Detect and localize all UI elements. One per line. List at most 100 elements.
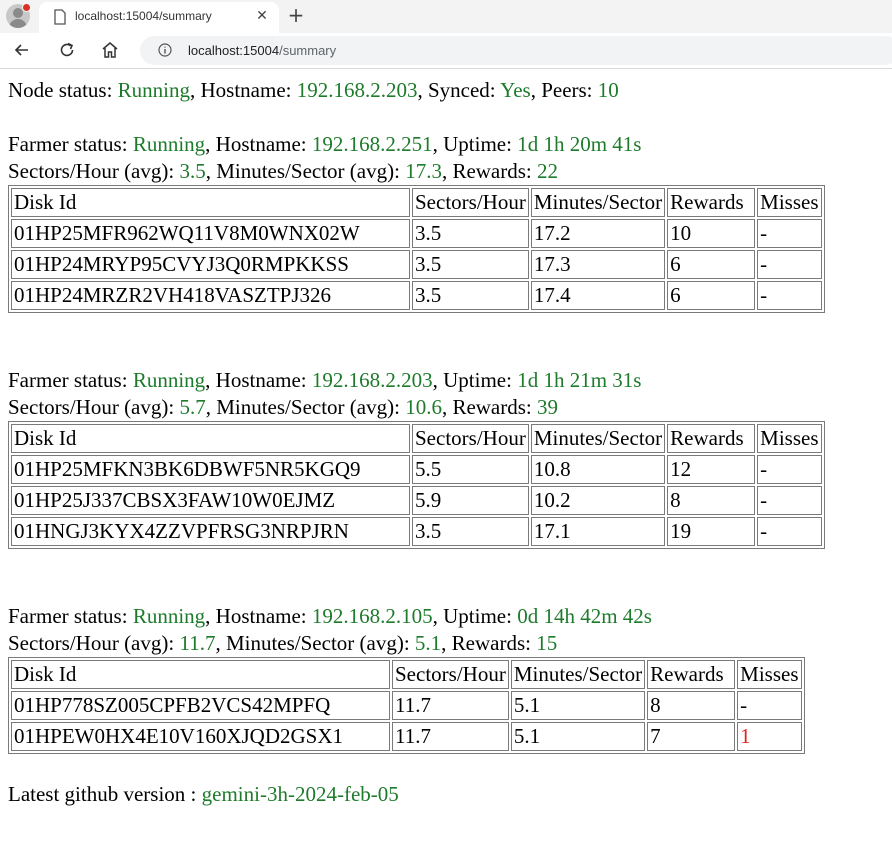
- farmer-hostname-label: , Hostname:: [205, 368, 312, 392]
- header-minutes-sector: Minutes/Sector: [530, 188, 666, 217]
- cell-disk-id: 01HP778SZ005CPFB2VCS42MPFQ: [11, 691, 390, 720]
- node-status-value: Running: [117, 78, 190, 102]
- cell-misses: -: [737, 691, 802, 720]
- cell-rewards: 7: [647, 722, 736, 751]
- site-info-icon[interactable]: [158, 43, 172, 57]
- cell-misses: -: [757, 486, 822, 515]
- reload-icon[interactable]: [57, 40, 77, 60]
- header-sectors-hour: Sectors/Hour: [392, 660, 509, 689]
- header-disk-id: Disk Id: [11, 424, 410, 453]
- farmer-uptime-label: , Uptime:: [432, 368, 518, 392]
- farmer-uptime-label: , Uptime:: [432, 604, 518, 628]
- table-row: 01HP25MFR962WQ11V8M0WNX02W 3.5 17.2 10 -: [11, 219, 822, 248]
- cell-misses: -: [757, 455, 822, 484]
- disk-table: Disk Id Sectors/Hour Minutes/Sector Rewa…: [8, 657, 805, 754]
- disk-table: Disk Id Sectors/Hour Minutes/Sector Rewa…: [8, 421, 825, 549]
- table-row: 01HNGJ3KYX4ZZVPFRSG3NRPJRN 3.5 17.1 19 -: [11, 517, 822, 546]
- header-rewards: Rewards: [667, 424, 756, 453]
- node-peers-value: 10: [597, 78, 619, 102]
- cell-sectors-hour: 3.5: [412, 281, 529, 310]
- rewards-value: 22: [537, 159, 559, 183]
- header-disk-id: Disk Id: [11, 188, 410, 217]
- farmer-avg-line: Sectors/Hour (avg): 11.7, Minutes/Sector…: [8, 630, 888, 657]
- cell-disk-id: 01HPEW0HX4E10V160XJQD2GSX1: [11, 722, 390, 751]
- cell-sectors-hour: 5.5: [412, 455, 529, 484]
- farmer-status-label: Farmer status:: [8, 604, 133, 628]
- address-bar[interactable]: localhost:15004/summary: [140, 36, 892, 65]
- tab-strip: localhost:15004/summary ✕ +: [0, 0, 892, 33]
- version-label: Latest github version :: [8, 782, 202, 806]
- cell-rewards: 8: [667, 486, 756, 515]
- farmer-status-line: Farmer status: Running, Hostname: 192.16…: [8, 367, 888, 394]
- tab-close-icon[interactable]: ✕: [254, 8, 270, 24]
- table-row: 01HP778SZ005CPFB2VCS42MPFQ 11.7 5.1 8 -: [11, 691, 802, 720]
- rewards-value: 39: [537, 395, 559, 419]
- cell-misses: -: [757, 517, 822, 546]
- farmer-status-value: Running: [132, 368, 206, 392]
- cell-misses: -: [757, 281, 822, 310]
- header-misses: Misses: [757, 188, 822, 217]
- back-icon[interactable]: [12, 40, 32, 60]
- cell-minutes-sector: 5.1: [510, 722, 646, 751]
- farmer-hostname-value: 192.168.2.203: [311, 368, 433, 392]
- table-header-row: Disk Id Sectors/Hour Minutes/Sector Rewa…: [11, 660, 802, 689]
- header-sectors-hour: Sectors/Hour: [412, 424, 529, 453]
- table-row: 01HP25MFKN3BK6DBWF5NR5KGQ9 5.5 10.8 12 -: [11, 455, 822, 484]
- table-row: 01HPEW0HX4E10V160XJQD2GSX1 11.7 5.1 7 1: [11, 722, 802, 751]
- cell-sectors-hour: 3.5: [412, 250, 529, 279]
- notification-dot-icon: [22, 3, 31, 12]
- node-status-line: Node status: Running, Hostname: 192.168.…: [8, 77, 888, 104]
- new-tab-icon[interactable]: +: [285, 4, 307, 26]
- farmer-uptime-value: 1d 1h 20m 41s: [517, 132, 642, 156]
- sph-avg-label: Sectors/Hour (avg):: [8, 159, 180, 183]
- table-row: 01HP24MRYP95CVYJ3Q0RMPKKSS 3.5 17.3 6 -: [11, 250, 822, 279]
- farmer-status-line: Farmer status: Running, Hostname: 192.16…: [8, 603, 888, 630]
- rewards-label: , Rewards:: [441, 631, 537, 655]
- page-icon: [54, 9, 66, 25]
- disk-table: Disk Id Sectors/Hour Minutes/Sector Rewa…: [8, 185, 825, 313]
- cell-disk-id: 01HP24MRZR2VH418VASZTPJ326: [11, 281, 410, 310]
- header-rewards: Rewards: [647, 660, 736, 689]
- cell-minutes-sector: 17.3: [530, 250, 666, 279]
- farmer-avg-line: Sectors/Hour (avg): 3.5, Minutes/Sector …: [8, 158, 888, 185]
- header-misses: Misses: [737, 660, 802, 689]
- browser-tab[interactable]: localhost:15004/summary ✕: [39, 2, 279, 33]
- header-misses: Misses: [757, 424, 822, 453]
- cell-rewards: 6: [667, 281, 756, 310]
- node-peers-label: , Peers:: [530, 78, 598, 102]
- browser-chrome: localhost:15004/summary ✕ + localhost:15…: [0, 0, 892, 69]
- mps-avg-value: 17.3: [405, 159, 442, 183]
- sph-avg-value: 5.7: [179, 395, 206, 419]
- cell-rewards: 12: [667, 455, 756, 484]
- farmer-status-value: Running: [132, 604, 206, 628]
- cell-rewards: 10: [667, 219, 756, 248]
- farmer-status-label: Farmer status:: [8, 132, 133, 156]
- cell-minutes-sector: 17.2: [530, 219, 666, 248]
- url-host: localhost:15004: [188, 43, 280, 58]
- node-hostname-label: , Hostname:: [190, 78, 297, 102]
- cell-rewards: 19: [667, 517, 756, 546]
- rewards-label: , Rewards:: [441, 395, 538, 419]
- node-status-label: Node status:: [8, 78, 118, 102]
- farmer-status-value: Running: [132, 132, 206, 156]
- cell-minutes-sector: 10.8: [530, 455, 666, 484]
- header-rewards: Rewards: [667, 188, 756, 217]
- farmer-section: Farmer status: Running, Hostname: 192.16…: [8, 131, 888, 313]
- home-icon[interactable]: [100, 40, 120, 60]
- farmer-hostname-value: 192.168.2.251: [311, 132, 433, 156]
- table-row: 01HP24MRZR2VH418VASZTPJ326 3.5 17.4 6 -: [11, 281, 822, 310]
- node-hostname-value: 192.168.2.203: [296, 78, 418, 102]
- url-path: /summary: [279, 43, 337, 58]
- table-header-row: Disk Id Sectors/Hour Minutes/Sector Rewa…: [11, 424, 822, 453]
- url-text: localhost:15004/summary: [188, 43, 336, 58]
- cell-minutes-sector: 10.2: [530, 486, 666, 515]
- farmer-status-line: Farmer status: Running, Hostname: 192.16…: [8, 131, 888, 158]
- version-value: gemini-3h-2024-feb-05: [201, 782, 399, 806]
- cell-sectors-hour: 3.5: [412, 219, 529, 248]
- farmer-section: Farmer status: Running, Hostname: 192.16…: [8, 603, 888, 754]
- mps-avg-value: 10.6: [405, 395, 442, 419]
- sph-avg-label: Sectors/Hour (avg):: [8, 631, 180, 655]
- sph-avg-value: 3.5: [179, 159, 206, 183]
- cell-disk-id: 01HP24MRYP95CVYJ3Q0RMPKKSS: [11, 250, 410, 279]
- cell-rewards: 8: [647, 691, 736, 720]
